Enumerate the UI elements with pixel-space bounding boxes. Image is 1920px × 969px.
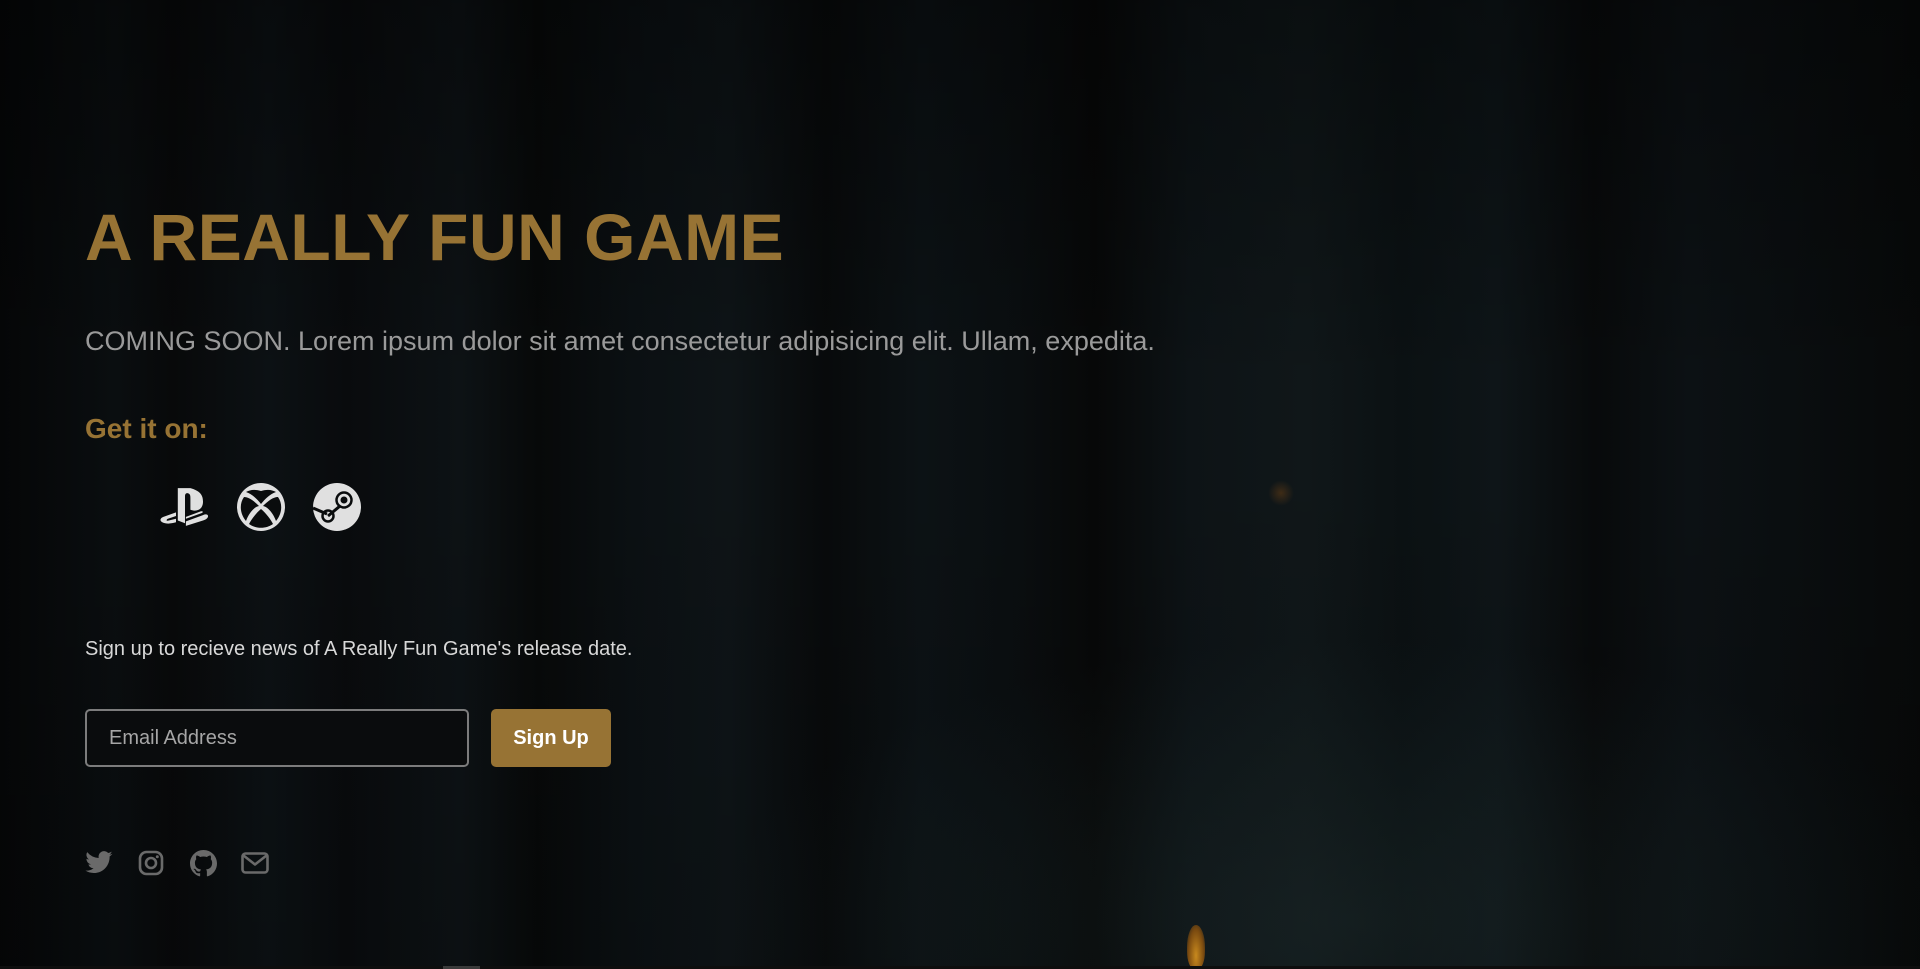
background-flame: [1187, 925, 1205, 969]
signup-description: Sign up to recieve news of A Really Fun …: [85, 638, 633, 660]
twitter-icon[interactable]: [85, 849, 113, 877]
tagline: COMING SOON. Lorem ipsum dolor sit amet …: [85, 326, 1155, 356]
background-ember: [1268, 480, 1294, 506]
steam-icon[interactable]: [310, 480, 364, 534]
game-title: A REALLY FUN GAME: [85, 200, 785, 274]
signup-button[interactable]: Sign Up: [491, 709, 611, 767]
mail-icon[interactable]: [241, 849, 269, 877]
xbox-icon[interactable]: [234, 480, 288, 534]
instagram-icon[interactable]: [137, 849, 165, 877]
playstation-icon[interactable]: [158, 480, 212, 534]
platforms-heading: Get it on:: [85, 413, 208, 444]
github-icon[interactable]: [189, 849, 217, 877]
email-input[interactable]: [85, 709, 469, 767]
platform-links: [158, 480, 364, 534]
social-links: [85, 849, 269, 877]
